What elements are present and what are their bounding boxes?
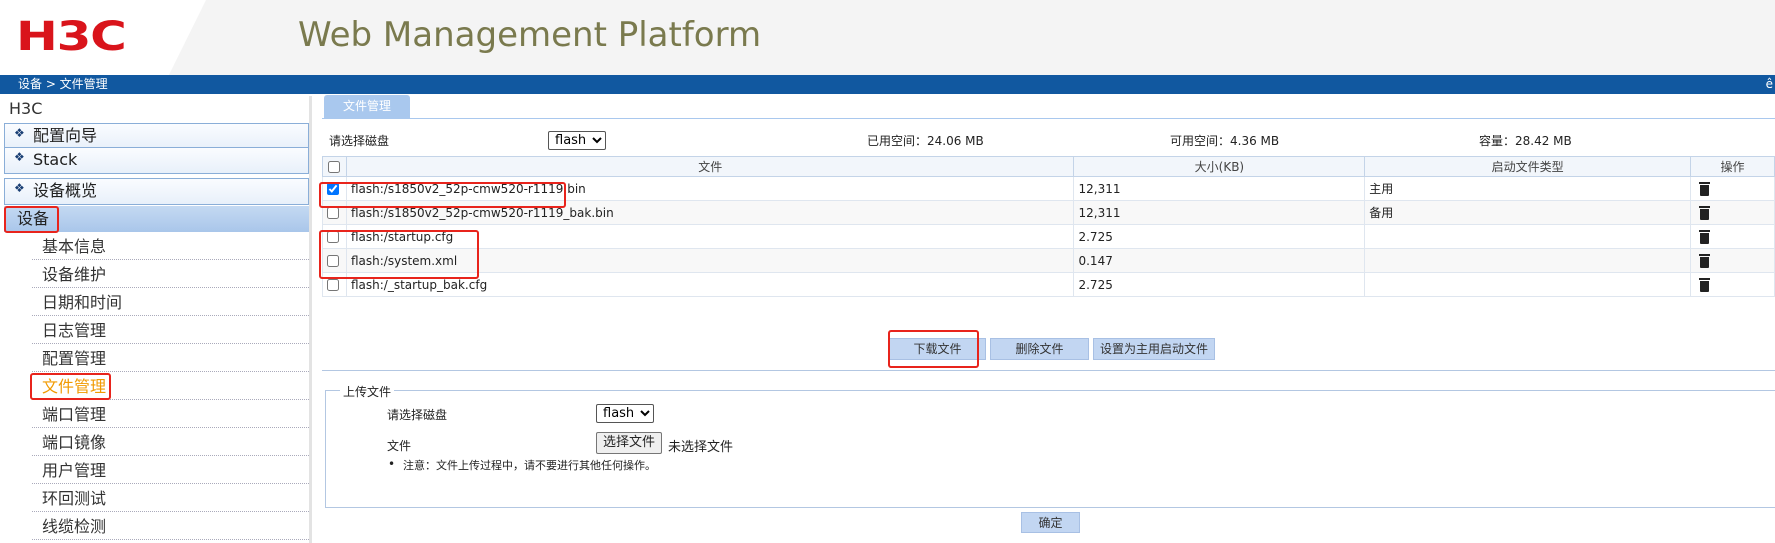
sidebar-item-basic-info[interactable]: 基本信息 <box>32 233 309 260</box>
diamond-bullet-icon: ❖ <box>14 181 25 195</box>
tab-divider <box>322 118 1775 119</box>
delete-file-button[interactable]: 删除文件 <box>990 338 1089 360</box>
bullet-icon: • <box>388 457 396 471</box>
upload-disk-select[interactable]: flash <box>596 404 654 423</box>
disk-select[interactable]: flash <box>548 131 606 150</box>
platform-title: Web Management Platform <box>298 15 762 55</box>
sidebar-section-stack[interactable]: ❖ Stack <box>4 147 309 174</box>
file-name: flash:/s1850v2_52p-cmw520-r1119_bak.bin <box>345 200 1075 225</box>
sidebar-item-port-mirror[interactable]: 端口镜像 <box>32 429 309 456</box>
file-size: 2.725 <box>1073 272 1366 297</box>
sidebar-item-maintenance[interactable]: 设备维护 <box>32 261 309 288</box>
boot-type <box>1364 248 1692 273</box>
section-divider <box>322 370 1775 371</box>
upload-file-label: 文件 <box>387 439 412 453</box>
sidebar-item-cable-test[interactable]: 线缆检测 <box>32 513 309 540</box>
diamond-bullet-icon: ❖ <box>14 126 25 140</box>
upload-legend: 上传文件 <box>340 383 395 400</box>
boot-type: 主用 <box>1364 176 1692 201</box>
row-checkbox[interactable] <box>327 207 339 219</box>
main-panel: 文件管理 请选择磁盘 flash 已用空间：24.06 MB 可用空间：4.36… <box>319 94 1775 543</box>
navbar: 设备 > 文件管理 ê <box>0 75 1775 94</box>
sidebar: H3C ❖ 配置向导 ❖ Stack ❖ 设备概览 设备 基本信息 设备维护 日… <box>0 96 312 543</box>
trash-icon[interactable] <box>1699 229 1711 244</box>
table-row: flash:/system.xml 0.147 <box>322 248 1775 273</box>
column-header-size[interactable]: 大小(KB) <box>1073 156 1366 177</box>
h3c-logo: H3C <box>16 14 127 60</box>
sidebar-item-datetime[interactable]: 日期和时间 <box>32 289 309 316</box>
sidebar-item-loopback[interactable]: 环回测试 <box>32 485 309 512</box>
upload-section: 上传文件 请选择磁盘 flash 文件 选择文件 未选择文件 • 注意：文件上传… <box>325 383 1775 508</box>
file-size: 2.725 <box>1073 224 1366 249</box>
used-space: 已用空间：24.06 MB <box>867 134 984 148</box>
header: H3C Web Management Platform <box>0 0 1775 75</box>
breadcrumb: 设备 > 文件管理 <box>18 77 108 91</box>
row-checkbox[interactable] <box>327 231 339 243</box>
column-header-action: 操作 <box>1690 156 1775 177</box>
set-main-boot-file-button[interactable]: 设置为主用启动文件 <box>1093 338 1215 360</box>
row-checkbox[interactable] <box>327 279 339 291</box>
file-name: flash:/s1850v2_52p-cmw520-r1119.bin <box>345 176 1075 201</box>
file-size: 0.147 <box>1073 248 1366 273</box>
file-name: flash:/_startup_bak.cfg <box>345 272 1075 297</box>
free-space: 可用空间：4.36 MB <box>1170 134 1280 148</box>
file-table: 文件 大小(KB) 启动文件类型 操作 flash:/s1850v2_52p-c… <box>322 156 1775 297</box>
sidebar-item-log[interactable]: 日志管理 <box>32 317 309 344</box>
boot-type <box>1364 272 1692 297</box>
choose-file-button[interactable]: 选择文件 <box>596 432 663 454</box>
boot-type: 备用 <box>1364 200 1692 225</box>
file-size: 12,311 <box>1073 176 1366 201</box>
navbar-right-text[interactable]: ê <box>1766 75 1773 94</box>
sidebar-section-wizard[interactable]: ❖ 配置向导 <box>4 123 309 150</box>
trash-icon[interactable] <box>1699 205 1711 220</box>
select-all-cell <box>322 156 347 177</box>
sidebar-item-port[interactable]: 端口管理 <box>32 401 309 428</box>
no-file-chosen-text: 未选择文件 <box>668 440 734 455</box>
table-row: flash:/_startup_bak.cfg 2.725 <box>322 272 1775 297</box>
trash-icon[interactable] <box>1699 253 1711 268</box>
sidebar-section-label: Stack <box>33 150 78 169</box>
table-header-row: 文件 大小(KB) 启动文件类型 操作 <box>322 156 1775 177</box>
trash-icon[interactable] <box>1699 181 1711 196</box>
capacity: 容量：28.42 MB <box>1479 134 1572 148</box>
sidebar-item-file-management[interactable]: 文件管理 <box>32 373 309 400</box>
diamond-bullet-icon: ❖ <box>14 150 25 164</box>
logo-area: H3C <box>0 0 206 75</box>
sidebar-section-device[interactable]: 设备 <box>4 206 309 232</box>
table-row: flash:/startup.cfg 2.725 <box>322 224 1775 249</box>
column-header-file[interactable]: 文件 <box>345 156 1075 177</box>
row-checkbox[interactable] <box>327 255 339 267</box>
download-file-button[interactable]: 下载文件 <box>889 338 986 360</box>
file-name: flash:/system.xml <box>345 248 1075 273</box>
upload-disk-label: 请选择磁盘 <box>387 408 448 422</box>
tab-file-management[interactable]: 文件管理 <box>324 95 410 119</box>
select-all-checkbox[interactable] <box>328 161 341 173</box>
sidebar-device-label: 设备 <box>17 209 50 228</box>
sidebar-section-label: 配置向导 <box>33 126 98 145</box>
trash-icon[interactable] <box>1699 277 1711 292</box>
confirm-button[interactable]: 确定 <box>1021 512 1080 533</box>
file-size: 12,311 <box>1073 200 1366 225</box>
sidebar-item-user[interactable]: 用户管理 <box>32 457 309 484</box>
column-header-boot-type[interactable]: 启动文件类型 <box>1364 156 1692 177</box>
row-checkbox[interactable] <box>327 183 339 195</box>
sidebar-root[interactable]: H3C <box>9 99 42 118</box>
table-row: flash:/s1850v2_52p-cmw520-r1119_bak.bin … <box>322 200 1775 225</box>
table-row: flash:/s1850v2_52p-cmw520-r1119.bin 12,3… <box>322 176 1775 201</box>
upload-note: 注意：文件上传过程中，请不要进行其他任何操作。 <box>403 459 656 472</box>
boot-type <box>1364 224 1692 249</box>
disk-label: 请选择磁盘 <box>329 134 390 148</box>
sidebar-section-label: 设备概览 <box>33 181 98 200</box>
file-name: flash:/startup.cfg <box>345 224 1075 249</box>
sidebar-item-config[interactable]: 配置管理 <box>32 345 309 372</box>
sidebar-section-overview[interactable]: ❖ 设备概览 <box>4 178 309 205</box>
